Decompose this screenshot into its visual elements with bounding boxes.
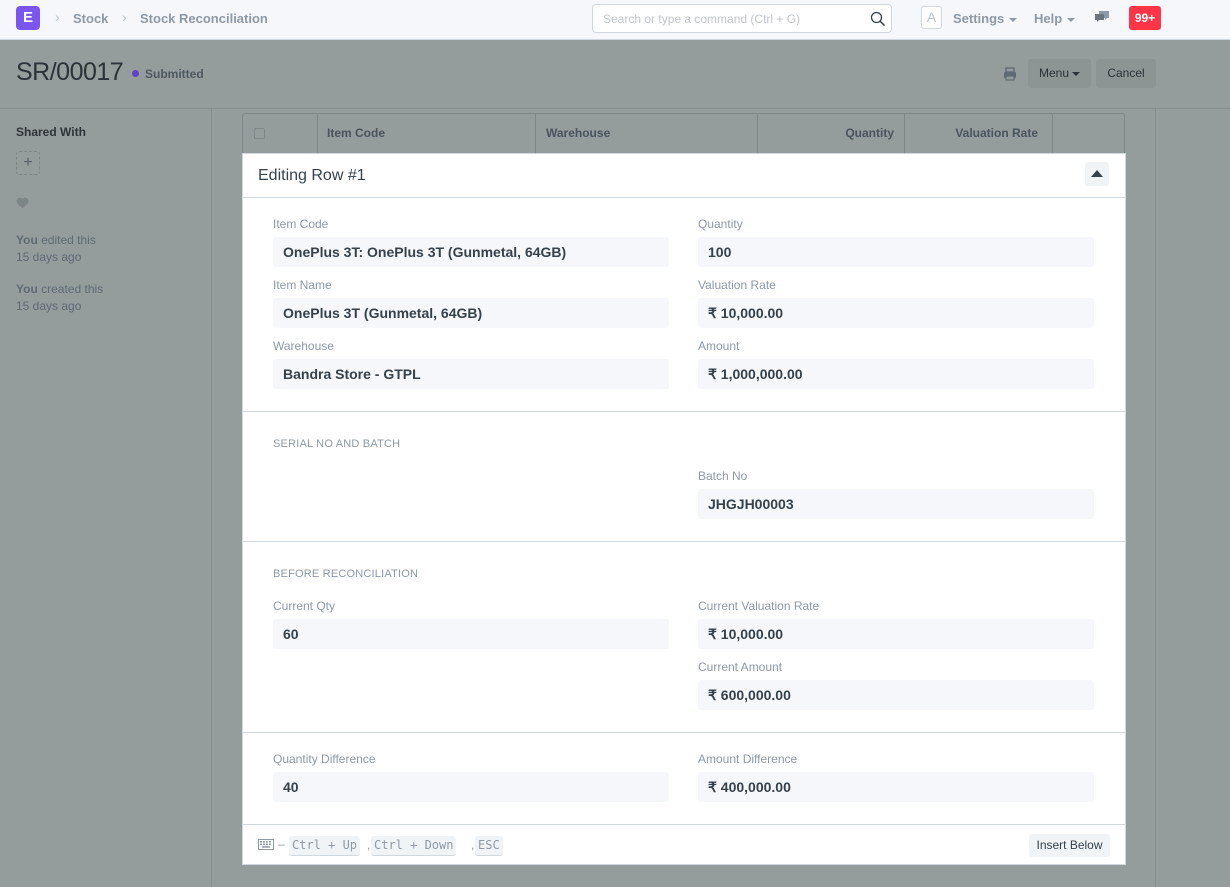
grid-col-quantity[interactable]: Quantity [758, 114, 905, 154]
sidebar-divider [211, 108, 212, 887]
shortcut-dash: – [278, 837, 285, 851]
caret-down-icon [1009, 18, 1017, 22]
activity-user[interactable]: You [16, 233, 38, 247]
activity-item: You edited this 15 days ago [16, 232, 96, 266]
amount-difference-field[interactable]: ₹ 400,000.00 [698, 772, 1094, 802]
shortcut-ctrl-up: Ctrl + Up [289, 836, 360, 856]
item-code-label: Item Code [273, 217, 328, 231]
grid-select-all-col [243, 114, 318, 154]
settings-label: Settings [953, 11, 1004, 26]
search-box [592, 4, 892, 33]
search-input[interactable] [593, 5, 853, 32]
header-divider [0, 108, 1230, 109]
app-logo[interactable]: E [16, 6, 40, 30]
panel-footer: – Ctrl + Up , Ctrl + Down , ESC Insert B… [243, 825, 1125, 865]
select-all-checkbox[interactable] [254, 128, 265, 139]
shortcut-esc: ESC [475, 836, 503, 856]
panel-title: Editing Row #1 [258, 167, 366, 185]
breadcrumb-stock-reconciliation[interactable]: Stock Reconciliation [140, 11, 268, 26]
quantity-difference-label: Quantity Difference [273, 752, 376, 766]
notification-badge[interactable]: 99+ [1129, 6, 1161, 30]
content-right-divider [1155, 108, 1156, 887]
current-amount-label: Current Amount [698, 660, 782, 674]
chevron-right-icon: › [55, 9, 60, 25]
print-icon[interactable] [1003, 67, 1017, 81]
valuation-rate-label: Valuation Rate [698, 278, 776, 292]
chat-icon[interactable] [1094, 10, 1110, 24]
help-label: Help [1034, 11, 1062, 26]
editing-row-panel: Editing Row #1 Item Code OnePlus 3T: One… [242, 153, 1126, 865]
amount-field[interactable]: ₹ 1,000,000.00 [698, 359, 1094, 389]
current-qty-field[interactable]: 60 [273, 619, 669, 649]
grid-col-warehouse[interactable]: Warehouse [536, 114, 758, 154]
activity-time: 15 days ago [16, 299, 81, 313]
batch-no-field[interactable]: JHGJH00003 [698, 489, 1094, 519]
warehouse-label: Warehouse [273, 339, 334, 353]
caret-up-icon [1091, 170, 1103, 177]
page-title: SR/00017 [16, 58, 123, 87]
current-valuation-rate-field[interactable]: ₹ 10,000.00 [698, 619, 1094, 649]
collapse-row-button[interactable] [1085, 162, 1109, 186]
quantity-field[interactable]: 100 [698, 237, 1094, 267]
quantity-label: Quantity [698, 217, 743, 231]
cancel-button[interactable]: Cancel [1096, 59, 1156, 88]
shortcut-ctrl-down: Ctrl + Down [371, 836, 456, 856]
activity-item: You created this 15 days ago [16, 281, 103, 315]
caret-down-icon [1072, 72, 1080, 76]
serial-batch-section: SERIAL NO AND BATCH Batch No JHGJH00003 [243, 412, 1125, 542]
main-fields-section: Item Code OnePlus 3T: OnePlus 3T (Gunmet… [243, 198, 1125, 412]
item-code-field[interactable]: OnePlus 3T: OnePlus 3T (Gunmetal, 64GB) [273, 237, 669, 267]
activity-time: 15 days ago [16, 250, 81, 264]
navbar: E › Stock › Stock Reconciliation A Setti… [0, 0, 1230, 40]
valuation-rate-field[interactable]: ₹ 10,000.00 [698, 298, 1094, 328]
menu-label: Menu [1039, 66, 1069, 80]
search-icon[interactable] [870, 11, 886, 27]
current-qty-label: Current Qty [273, 599, 335, 613]
help-dropdown[interactable]: Help [1034, 11, 1075, 26]
activity-user[interactable]: You [16, 282, 38, 296]
amount-label: Amount [698, 339, 739, 353]
grid-col-item-code[interactable]: Item Code [318, 114, 536, 154]
serial-batch-section-title: SERIAL NO AND BATCH [273, 438, 400, 450]
item-name-field[interactable]: OnePlus 3T (Gunmetal, 64GB) [273, 298, 669, 328]
breadcrumb-stock[interactable]: Stock [73, 11, 108, 26]
caret-down-icon [1067, 18, 1075, 22]
before-reconciliation-section: BEFORE RECONCILIATION Current Qty 60 Cur… [243, 542, 1125, 733]
menu-button[interactable]: Menu [1028, 59, 1091, 88]
grid-col-valuation-rate[interactable]: Valuation Rate [905, 114, 1053, 154]
activity-action: edited this [41, 233, 96, 247]
warehouse-field[interactable]: Bandra Store - GTPL [273, 359, 669, 389]
item-name-label: Item Name [273, 278, 332, 292]
before-reconciliation-title: BEFORE RECONCILIATION [273, 568, 418, 580]
activity-action: created this [41, 282, 103, 296]
shortcut-separator: , [471, 838, 474, 852]
add-share-button[interactable]: + [16, 151, 40, 175]
amount-difference-label: Amount Difference [698, 752, 797, 766]
chevron-right-icon: › [122, 9, 127, 25]
heart-icon[interactable] [16, 197, 29, 209]
settings-dropdown[interactable]: Settings [953, 11, 1017, 26]
batch-no-label: Batch No [698, 469, 747, 483]
status-badge: Submitted [145, 67, 204, 81]
shortcut-separator: , [367, 838, 370, 852]
current-amount-field[interactable]: ₹ 600,000.00 [698, 680, 1094, 710]
items-grid-header: Item Code Warehouse Quantity Valuation R… [242, 113, 1125, 154]
insert-below-button[interactable]: Insert Below [1029, 834, 1110, 857]
panel-header: Editing Row #1 [243, 154, 1125, 198]
quantity-difference-field[interactable]: 40 [273, 772, 669, 802]
current-valuation-rate-label: Current Valuation Rate [698, 599, 819, 613]
keyboard-icon [258, 839, 274, 850]
status-indicator-dot [132, 70, 139, 77]
user-avatar[interactable]: A [921, 6, 942, 29]
difference-section: Quantity Difference 40 Amount Difference… [243, 733, 1125, 825]
shared-with-label: Shared With [16, 125, 86, 139]
